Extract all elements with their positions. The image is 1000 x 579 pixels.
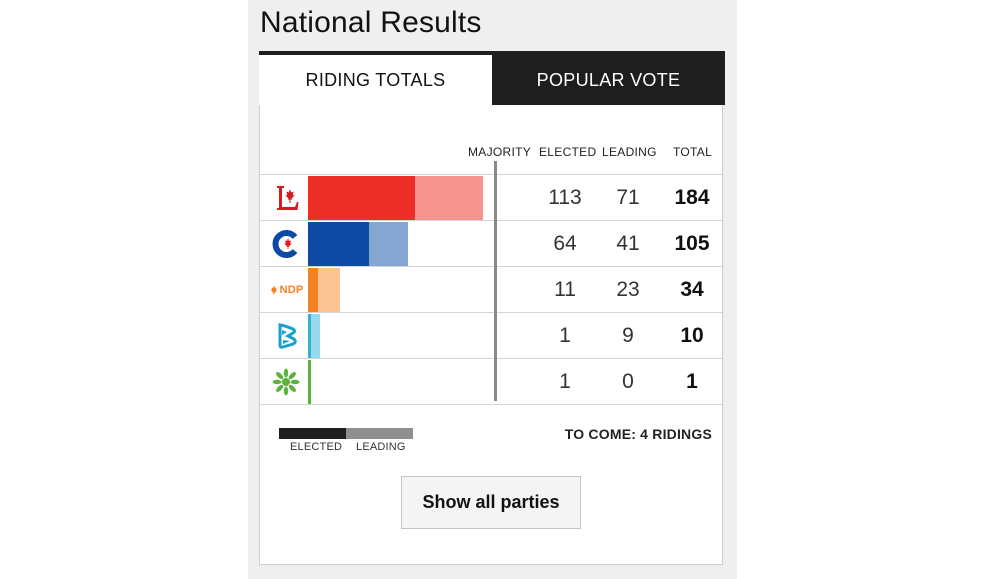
leading-count: 41	[616, 232, 640, 255]
party-row: NDP 11 23 34	[260, 266, 724, 312]
elected-bar	[308, 176, 415, 220]
leading-bar	[369, 222, 408, 266]
elected-count: 113	[548, 186, 582, 209]
tab-bar: RIDING TOTALS POPULAR VOTE	[259, 51, 725, 105]
party-row: 64 41 105	[260, 220, 724, 266]
legend-elected-swatch	[279, 428, 346, 439]
tab-popular-vote[interactable]: POPULAR VOTE	[492, 55, 725, 105]
ndp-logo: NDP	[263, 273, 309, 307]
column-header-majority: MAJORITY	[468, 145, 532, 159]
elected-count: 64	[553, 232, 577, 255]
elected-count: 11	[554, 278, 576, 301]
total-count: 105	[674, 232, 710, 255]
elected-count: 1	[559, 370, 571, 393]
ridings-to-come: TO COME: 4 RIDINGS	[564, 426, 712, 442]
elected-count: 1	[559, 324, 571, 347]
green-party-flower-logo	[268, 365, 304, 399]
column-header-total: TOTAL	[673, 145, 713, 159]
total-count: 10	[680, 324, 704, 347]
leading-count: 71	[616, 186, 640, 209]
bloc-quebecois-logo	[268, 319, 304, 353]
leading-bar	[415, 176, 483, 220]
leading-count: 23	[616, 278, 640, 301]
column-header-leading: LEADING	[602, 145, 657, 159]
total-count: 1	[686, 370, 698, 393]
leading-bar	[311, 314, 320, 358]
column-header-elected: ELECTED	[539, 145, 597, 159]
party-results-table: 113 71 184 64 41 105 NDP 11 23 34 1 9 10…	[260, 174, 724, 405]
party-row: 1 0 1	[260, 358, 724, 405]
leading-count: 0	[622, 370, 634, 393]
majority-line	[494, 161, 497, 401]
party-row: 113 71 184	[260, 174, 724, 220]
ndp-logo-text: NDP	[279, 284, 304, 296]
legend-leading-label: LEADING	[356, 441, 406, 453]
total-count: 184	[674, 186, 710, 209]
show-all-parties-button[interactable]: Show all parties	[401, 476, 581, 529]
party-row: 1 9 10	[260, 312, 724, 358]
tab-riding-totals[interactable]: RIDING TOTALS	[259, 55, 492, 105]
liberal-maple-leaf-logo	[268, 181, 304, 215]
elected-bar	[308, 268, 318, 312]
leading-count: 9	[622, 324, 634, 347]
page-title: National Results	[260, 6, 482, 39]
total-count: 34	[680, 278, 704, 301]
elected-bar	[308, 222, 369, 266]
leading-bar	[318, 268, 340, 312]
legend-elected-label: ELECTED	[290, 441, 343, 453]
conservative-c-logo	[268, 227, 304, 261]
legend-leading-swatch	[346, 428, 413, 439]
elected-bar	[308, 360, 311, 404]
